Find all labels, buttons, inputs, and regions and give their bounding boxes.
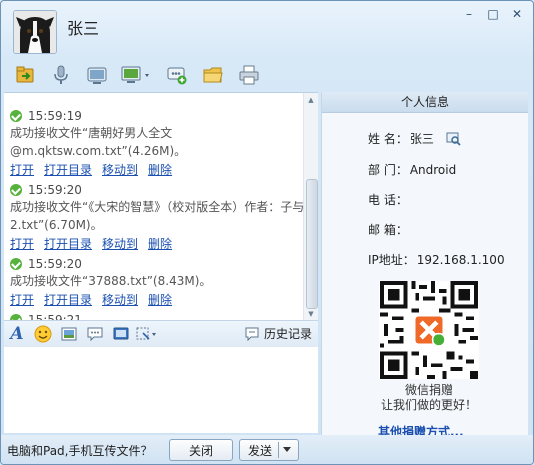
history-label: 历史记录	[263, 327, 312, 341]
video-icon[interactable]	[83, 62, 111, 88]
info-phone-row: 电 话：	[368, 191, 410, 208]
message-item: 15:59:19 成功接收文件“唐朝好男人全文@m.qktsw.com.txt”…	[10, 107, 306, 178]
send-separator	[278, 442, 279, 458]
open-directory-link[interactable]: 打开目录	[44, 235, 92, 252]
history-icon	[245, 327, 259, 341]
image-icon[interactable]	[56, 323, 82, 345]
minimize-button[interactable]: –	[459, 5, 479, 23]
font-icon[interactable]: A	[4, 323, 30, 345]
emoji-icon[interactable]	[30, 323, 56, 345]
maximize-button[interactable]: □	[483, 5, 503, 23]
close-button[interactable]: 关闭	[169, 439, 233, 461]
move-to-link[interactable]: 移动到	[102, 161, 138, 178]
info-name-row: 姓 名： 张三	[368, 130, 462, 147]
name-value: 张三	[409, 132, 434, 146]
donate-qr-code	[379, 281, 479, 379]
input-toolbar: A 历史记录	[4, 320, 318, 348]
edit-card-icon[interactable]	[446, 132, 462, 146]
open-file-link[interactable]: 打开	[10, 161, 34, 178]
window-controls: – □ ✕	[459, 5, 527, 23]
ip-value: 192.168.1.100	[416, 252, 505, 267]
move-to-link[interactable]: 移动到	[102, 235, 138, 252]
close-window-button[interactable]: ✕	[507, 5, 527, 23]
ip-label: IP地址：	[368, 253, 415, 267]
remote-desktop-icon[interactable]	[119, 62, 155, 88]
contact-info-panel: 个人信息 姓 名： 张三 部 门： Android 电 话： 邮 箱： IP地址…	[321, 92, 528, 439]
dept-label: 部 门：	[368, 163, 408, 177]
file-transfer-icon[interactable]	[11, 62, 39, 88]
success-check-icon	[10, 183, 22, 196]
message-text: 成功接收文件“《大宋的智慧》（校对版全本）作者：子与2.txt”(6.70M)。	[10, 200, 305, 232]
dept-value: Android	[409, 162, 457, 177]
message-input[interactable]	[4, 347, 318, 433]
message-actions: 打开 打开目录 移动到 删除	[10, 160, 306, 178]
send-options-icon[interactable]	[283, 447, 291, 452]
success-check-icon	[10, 257, 22, 270]
screen-icon[interactable]	[108, 323, 134, 345]
message-actions: 打开 打开目录 移动到 删除	[10, 290, 306, 308]
delete-link[interactable]: 删除	[148, 291, 172, 308]
message-text: 成功接收文件“唐朝好男人全文@m.qktsw.com.txt”(4.26M)。	[10, 126, 187, 158]
microphone-icon[interactable]	[47, 62, 75, 88]
scroll-up-icon[interactable]: ▲	[304, 93, 318, 107]
move-to-link[interactable]: 移动到	[102, 291, 138, 308]
delete-link[interactable]: 删除	[148, 235, 172, 252]
send-button[interactable]: 发送	[239, 439, 299, 461]
info-ip-row: IP地址： 192.168.1.100	[368, 251, 505, 268]
message-actions: 打开 打开目录 移动到 删除	[10, 234, 306, 252]
panel-title: 个人信息	[322, 92, 528, 113]
message-item: 15:59:20 成功接收文件“《大宋的智慧》（校对版全本）作者：子与2.txt…	[10, 181, 306, 252]
open-file-link[interactable]: 打开	[10, 291, 34, 308]
delete-link[interactable]: 删除	[148, 161, 172, 178]
app-share-icon[interactable]	[163, 62, 191, 88]
chat-scrollbar[interactable]: ▲ ▼	[303, 93, 318, 321]
device-transfer-prompt[interactable]: 电脑和Pad,手机互传文件？	[7, 442, 152, 459]
message-item: 15:59:20 成功接收文件“37888.txt”(8.43M)。 打开 打开…	[10, 255, 306, 308]
info-email-row: 邮 箱：	[368, 221, 410, 238]
info-dept-row: 部 门： Android	[368, 161, 456, 178]
phone-label: 电 话：	[368, 193, 408, 207]
bottom-bar: 电脑和Pad,手机互传文件？ 关闭 发送	[1, 435, 533, 464]
open-directory-link[interactable]: 打开目录	[44, 161, 92, 178]
message-time: 15:59:20	[28, 256, 82, 271]
folder-icon[interactable]	[199, 62, 227, 88]
avatar[interactable]	[13, 10, 57, 54]
message-bubble-icon[interactable]	[82, 323, 108, 345]
screenshot-icon[interactable]	[134, 323, 160, 345]
donate-caption-subtitle: 让我们做的更好！	[380, 398, 477, 412]
main-toolbar	[11, 61, 263, 89]
scroll-down-icon[interactable]: ▼	[304, 307, 318, 321]
send-label: 发送	[248, 444, 273, 458]
name-label: 姓 名：	[368, 132, 408, 146]
message-text: 成功接收文件“37888.txt”(8.43M)。	[10, 274, 212, 288]
chat-history[interactable]: 15:59:19 成功接收文件“唐朝好男人全文@m.qktsw.com.txt”…	[4, 92, 318, 321]
printer-icon[interactable]	[235, 62, 263, 88]
message-list: 15:59:19 成功接收文件“唐朝好男人全文@m.qktsw.com.txt”…	[10, 107, 306, 321]
message-time: 15:59:19	[28, 108, 82, 123]
history-button[interactable]: 历史记录	[244, 325, 312, 342]
open-file-link[interactable]: 打开	[10, 235, 34, 252]
message-time: 15:59:20	[28, 182, 82, 197]
success-check-icon	[10, 109, 22, 122]
contact-name: 张三	[67, 19, 100, 38]
scroll-thumb[interactable]	[306, 179, 318, 309]
email-label: 邮 箱：	[368, 223, 408, 237]
open-directory-link[interactable]: 打开目录	[44, 291, 92, 308]
chat-window: 张三 – □ ✕ 15:59:19 成功接收文件“唐朝好男人全文@m.qktsw…	[0, 0, 534, 465]
